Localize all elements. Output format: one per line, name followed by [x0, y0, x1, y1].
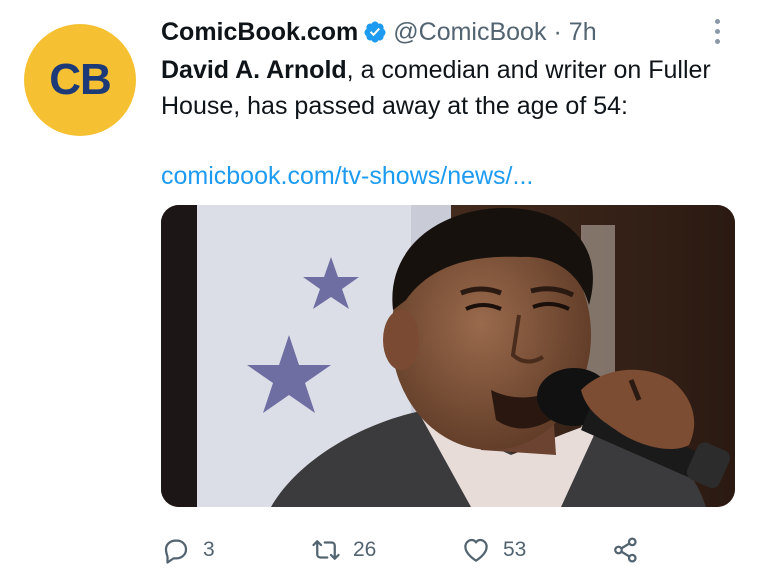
tweet-link[interactable]: comicbook.com/tv-shows/news/...	[161, 158, 533, 194]
tweet-header: ComicBook.com @ComicBook · 7h	[161, 14, 701, 50]
tweet-text-bold: David A. Arnold	[161, 56, 347, 84]
retweet-count: 26	[353, 538, 377, 561]
retweet-icon	[312, 540, 340, 560]
avatar-logo-text: CB	[49, 55, 112, 104]
reply-count: 3	[203, 538, 215, 561]
tweet-media-photo[interactable]	[161, 205, 735, 507]
tweet[interactable]: CB ComicBook.com @ComicBook · 7h David A…	[0, 0, 760, 583]
like-count: 53	[503, 538, 527, 561]
share-icon	[614, 537, 637, 563]
reply-icon	[164, 539, 188, 564]
retweet-button[interactable]: 26	[311, 530, 376, 570]
more-options-icon[interactable]	[706, 14, 728, 48]
handle[interactable]: @ComicBook	[393, 18, 546, 47]
share-button[interactable]	[611, 530, 641, 570]
like-button[interactable]: 53	[461, 530, 526, 570]
heart-icon	[464, 538, 488, 562]
photo-of-man-singing-into-microphone-icon	[161, 205, 735, 507]
separator: ·	[553, 17, 562, 46]
avatar[interactable]: CB	[24, 24, 136, 136]
verified-badge-icon	[364, 21, 386, 43]
tweet-text: David A. Arnold, a comedian and writer o…	[161, 52, 721, 124]
display-name[interactable]: ComicBook.com	[161, 18, 358, 47]
tweet-actions: 3 26 53	[161, 530, 681, 570]
timestamp[interactable]: 7h	[569, 18, 597, 47]
reply-button[interactable]: 3	[161, 530, 215, 570]
